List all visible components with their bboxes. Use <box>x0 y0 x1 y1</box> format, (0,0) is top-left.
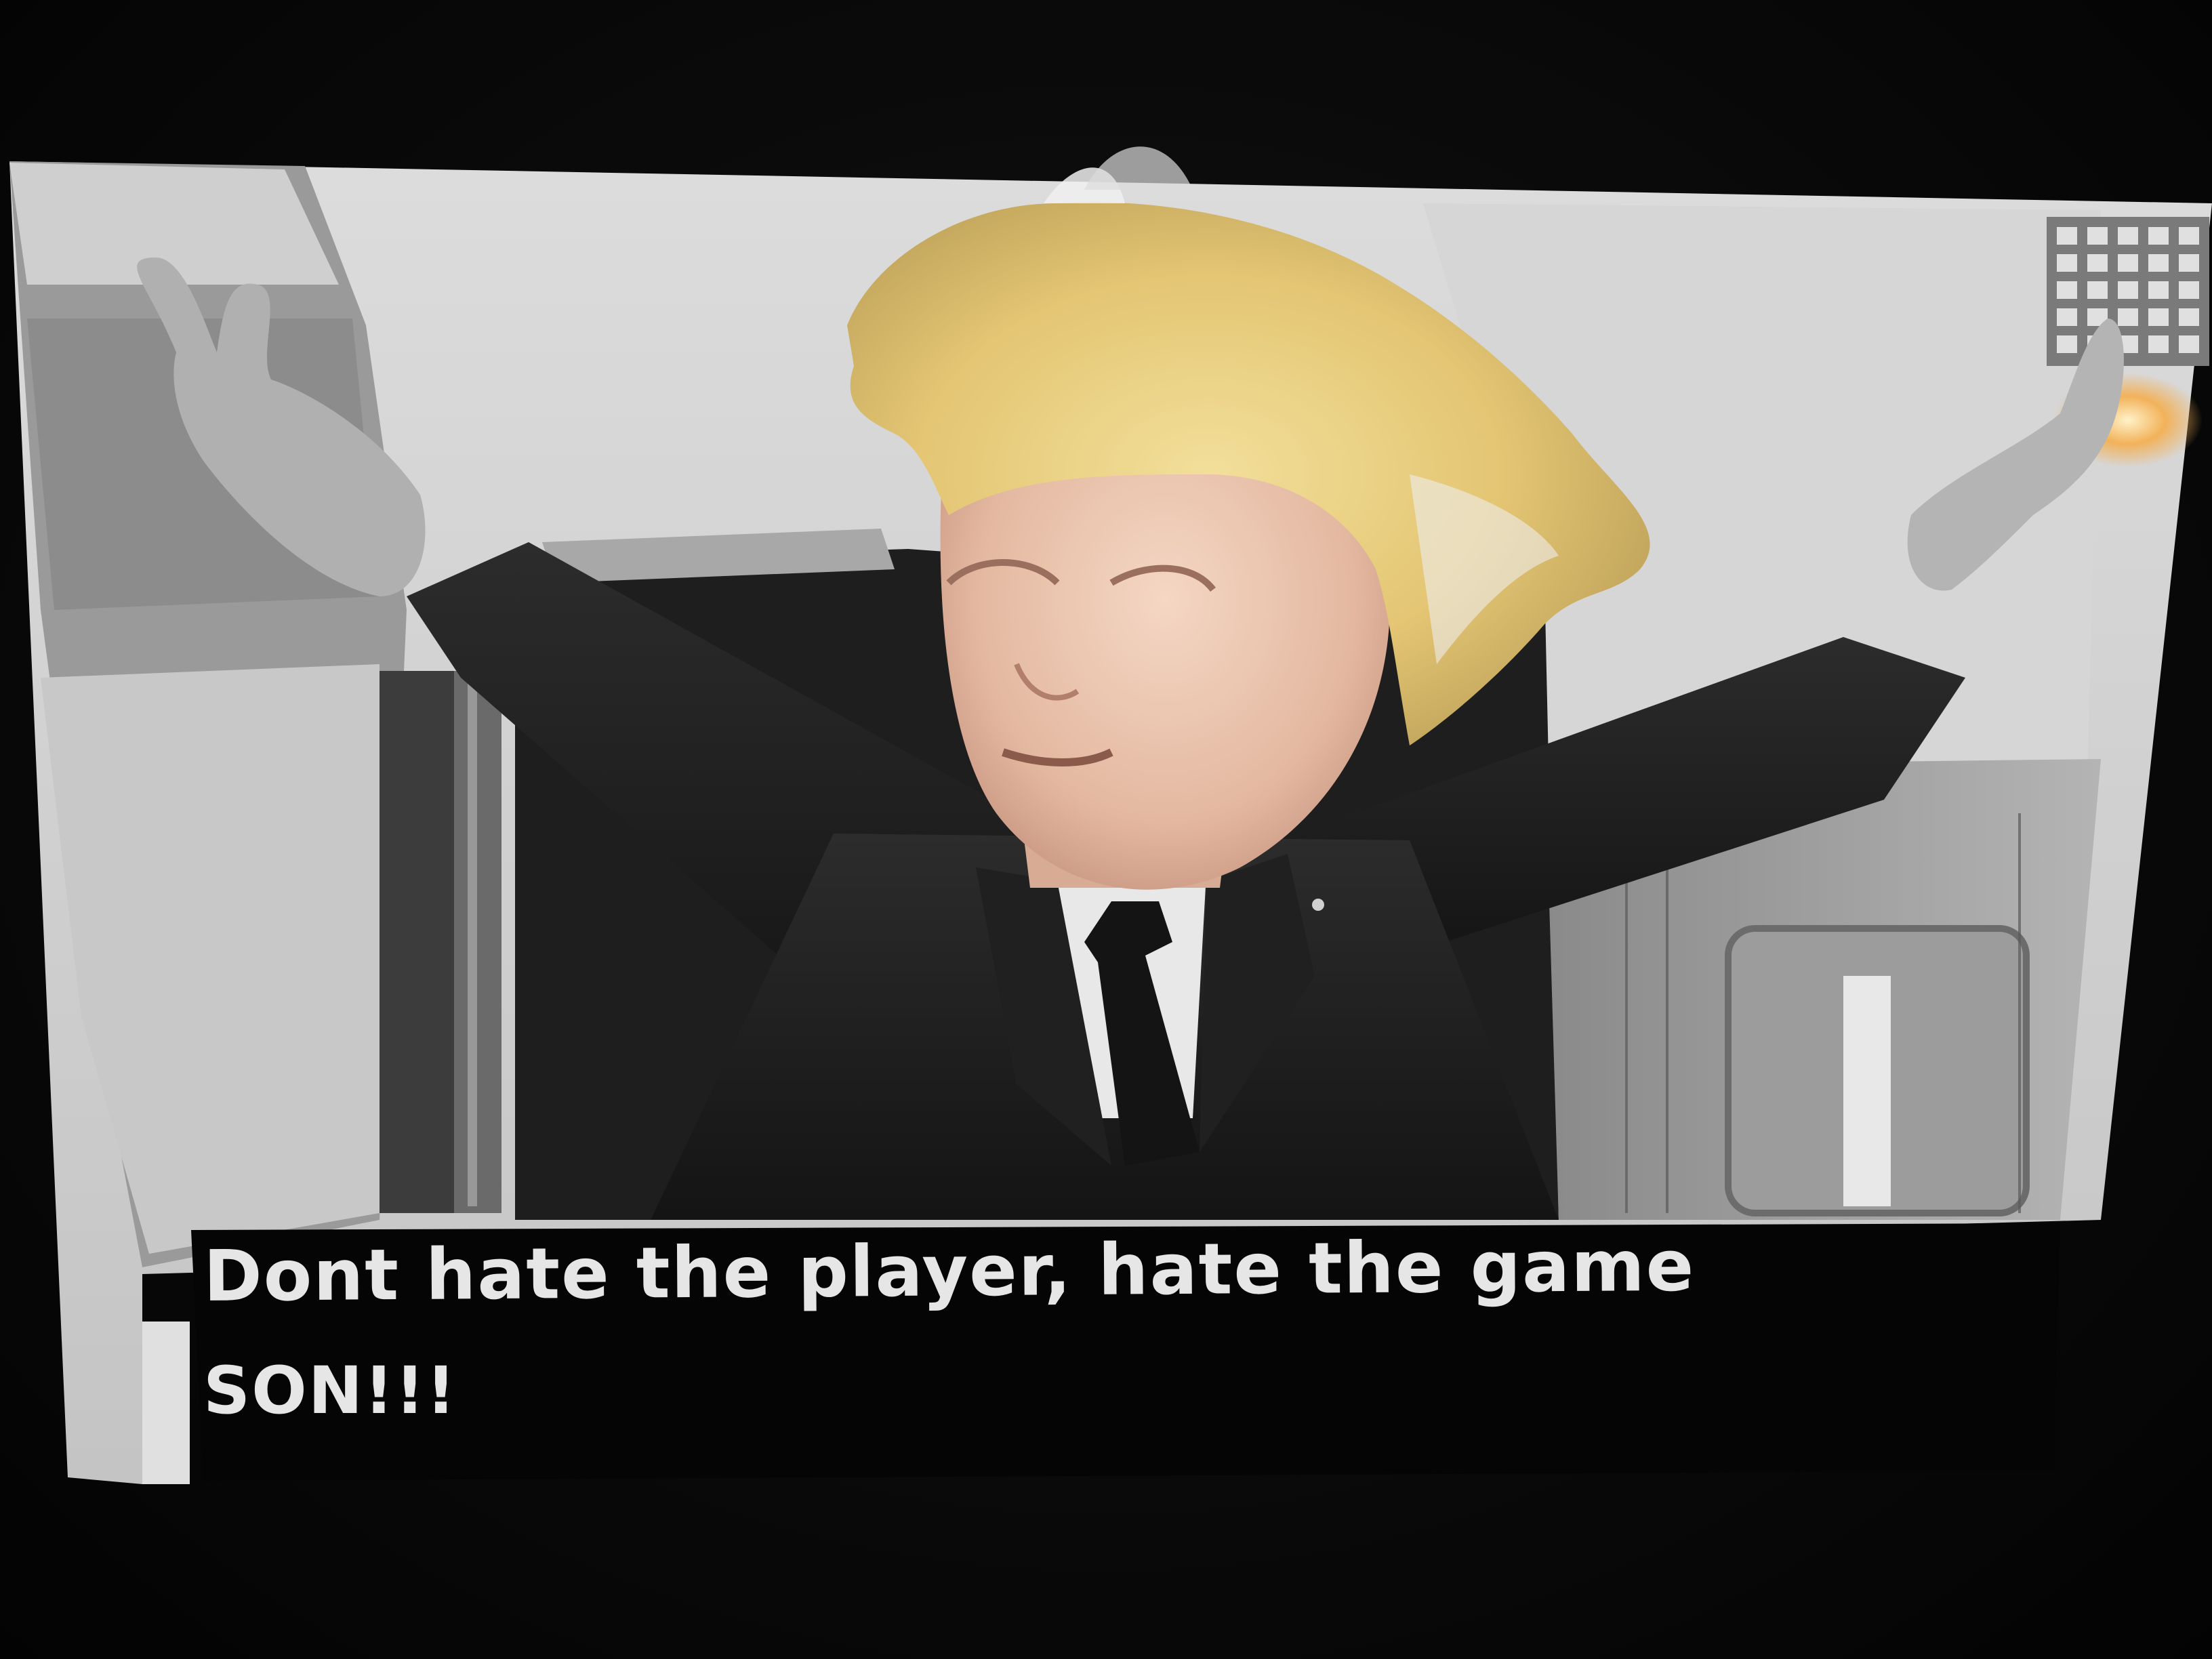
caption-line-2: SON!!! <box>203 1353 457 1429</box>
vent-grille <box>2047 217 2209 366</box>
caption-line-1: Dont hate the player, hate the game <box>203 1224 1696 1317</box>
photo-of-monitor: Dont hate the player, hate the game SON!… <box>0 0 2212 1659</box>
